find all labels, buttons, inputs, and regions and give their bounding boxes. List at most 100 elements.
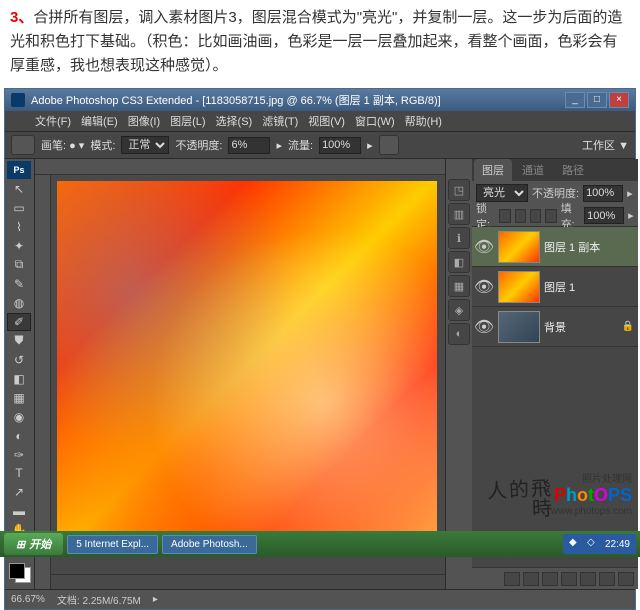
- eraser-tool[interactable]: ◧: [7, 370, 31, 388]
- pen-tool[interactable]: ✑: [7, 446, 31, 464]
- taskbar-item[interactable]: 5 Internet Expl...: [67, 535, 158, 554]
- stamp-tool[interactable]: ⛊: [7, 332, 31, 350]
- document-canvas[interactable]: [57, 181, 437, 551]
- opacity-label: 不透明度:: [175, 137, 222, 153]
- lasso-tool[interactable]: ⌇: [7, 218, 31, 236]
- blur-tool[interactable]: ◉: [7, 408, 31, 426]
- wand-tool[interactable]: ✦: [7, 237, 31, 255]
- healing-tool[interactable]: ◍: [7, 294, 31, 312]
- layer-thumbnail[interactable]: [498, 271, 540, 303]
- group-icon[interactable]: [580, 572, 596, 586]
- layer-opacity-input[interactable]: [583, 185, 623, 202]
- layer-item[interactable]: 👁 背景 🔒: [472, 307, 638, 347]
- windows-logo-icon: ⊞: [16, 538, 25, 551]
- visibility-icon[interactable]: 👁: [474, 309, 494, 345]
- maximize-button[interactable]: □: [587, 92, 607, 108]
- blend-mode-select[interactable]: 正常: [121, 136, 169, 154]
- lock-all-icon[interactable]: [545, 209, 556, 223]
- type-tool[interactable]: T: [7, 465, 31, 483]
- taskbar-item[interactable]: Adobe Photosh...: [162, 535, 257, 554]
- adjustment-layer-icon[interactable]: [561, 572, 577, 586]
- crop-tool[interactable]: ⧉: [7, 256, 31, 274]
- panel-dock: ◳ ▥ ℹ ◧ ▦ ◈ ◐: [446, 159, 472, 589]
- workspace: Ps ↖ ▭ ⌇ ✦ ⧉ ✎ ◍ ✐ ⛊ ↺ ◧ ▦ ◉ ◐ ✑ T ↗ ▬ ✋…: [5, 159, 635, 589]
- gradient-tool[interactable]: ▦: [7, 389, 31, 407]
- shape-tool[interactable]: ▬: [7, 502, 31, 520]
- clock[interactable]: 22:49: [605, 539, 630, 550]
- layer-name[interactable]: 图层 1: [544, 279, 636, 295]
- info-icon[interactable]: ℹ: [448, 227, 470, 249]
- visibility-icon[interactable]: 👁: [474, 229, 494, 265]
- layer-name[interactable]: 背景: [544, 319, 622, 335]
- title-bar[interactable]: Adobe Photoshop CS3 Extended - [11830587…: [5, 89, 635, 111]
- menu-file[interactable]: 文件(F): [31, 113, 75, 129]
- opacity-input[interactable]: [228, 137, 270, 154]
- brush-preset-icon[interactable]: [11, 135, 35, 155]
- color-swatches[interactable]: [9, 563, 31, 583]
- zoom-level[interactable]: 66.67%: [11, 594, 45, 605]
- link-layers-icon[interactable]: [504, 572, 520, 586]
- move-tool[interactable]: ↖: [7, 180, 31, 198]
- lock-position-icon[interactable]: [530, 209, 541, 223]
- layer-item[interactable]: 👁 图层 1: [472, 267, 638, 307]
- history-brush-tool[interactable]: ↺: [7, 351, 31, 369]
- windows-taskbar: ⊞ 开始 5 Internet Expl... Adobe Photosh...…: [0, 531, 640, 557]
- styles-icon[interactable]: ◈: [448, 299, 470, 321]
- dodge-tool[interactable]: ◐: [7, 427, 31, 445]
- minimize-button[interactable]: _: [565, 92, 585, 108]
- eyedropper-tool[interactable]: ✎: [7, 275, 31, 293]
- marquee-tool[interactable]: ▭: [7, 199, 31, 217]
- layer-thumbnail[interactable]: [498, 231, 540, 263]
- layer-style-icon[interactable]: [523, 572, 539, 586]
- new-layer-icon[interactable]: [599, 572, 615, 586]
- fg-color-swatch[interactable]: [9, 563, 25, 579]
- window-title: Adobe Photoshop CS3 Extended - [11830587…: [31, 92, 565, 108]
- menu-window[interactable]: 窗口(W): [351, 113, 399, 129]
- panel-tabs: 图层 通道 路径: [472, 159, 638, 181]
- brush-tool[interactable]: ✐: [7, 313, 31, 331]
- start-button[interactable]: ⊞ 开始: [4, 533, 63, 555]
- layer-mask-icon[interactable]: [542, 572, 558, 586]
- canvas-area: [35, 159, 445, 589]
- ps-menu-icon: [11, 114, 29, 128]
- brush-dropdown[interactable]: 画笔: ● ▾: [41, 137, 84, 153]
- menu-edit[interactable]: 编辑(E): [77, 113, 122, 129]
- menu-filter[interactable]: 滤镜(T): [258, 113, 302, 129]
- close-button[interactable]: ×: [609, 92, 629, 108]
- menu-select[interactable]: 选择(S): [212, 113, 257, 129]
- flow-input[interactable]: [319, 137, 361, 154]
- swatches-icon[interactable]: ▦: [448, 275, 470, 297]
- step-number: 3、: [10, 9, 33, 26]
- layer-item[interactable]: 👁 图层 1 副本: [472, 227, 638, 267]
- layer-thumbnail[interactable]: [498, 311, 540, 343]
- adjustments-icon[interactable]: ◐: [448, 323, 470, 345]
- tab-layers[interactable]: 图层: [474, 159, 512, 181]
- histogram-icon[interactable]: ▥: [448, 203, 470, 225]
- color-icon[interactable]: ◧: [448, 251, 470, 273]
- scrollbar-horizontal[interactable]: [51, 574, 445, 589]
- system-tray[interactable]: ◆ ◇ 22:49: [563, 534, 636, 554]
- lock-pixels-icon[interactable]: [515, 209, 526, 223]
- visibility-icon[interactable]: 👁: [474, 269, 494, 305]
- ruler-vertical[interactable]: [35, 175, 51, 589]
- fill-input[interactable]: [584, 207, 624, 224]
- delete-layer-icon[interactable]: [618, 572, 634, 586]
- doc-size: 文档: 2.25M/6.75M: [57, 592, 141, 607]
- menu-view[interactable]: 视图(V): [304, 113, 349, 129]
- tab-paths[interactable]: 路径: [554, 159, 592, 181]
- airbrush-icon[interactable]: [379, 135, 399, 155]
- tray-icon[interactable]: ◇: [587, 537, 601, 551]
- navigator-icon[interactable]: ◳: [448, 179, 470, 201]
- ruler-horizontal[interactable]: [35, 159, 445, 175]
- status-bar: 66.67% 文档: 2.25M/6.75M ▸: [5, 589, 635, 609]
- menu-layer[interactable]: 图层(L): [166, 113, 209, 129]
- menu-help[interactable]: 帮助(H): [401, 113, 446, 129]
- menu-image[interactable]: 图像(I): [124, 113, 164, 129]
- panel-footer: [472, 567, 638, 589]
- path-tool[interactable]: ↗: [7, 483, 31, 501]
- lock-transparency-icon[interactable]: [499, 209, 510, 223]
- tray-icon[interactable]: ◆: [569, 537, 583, 551]
- tab-channels[interactable]: 通道: [514, 159, 552, 181]
- workspace-menu[interactable]: 工作区 ▼: [582, 137, 629, 153]
- layer-name[interactable]: 图层 1 副本: [544, 239, 636, 255]
